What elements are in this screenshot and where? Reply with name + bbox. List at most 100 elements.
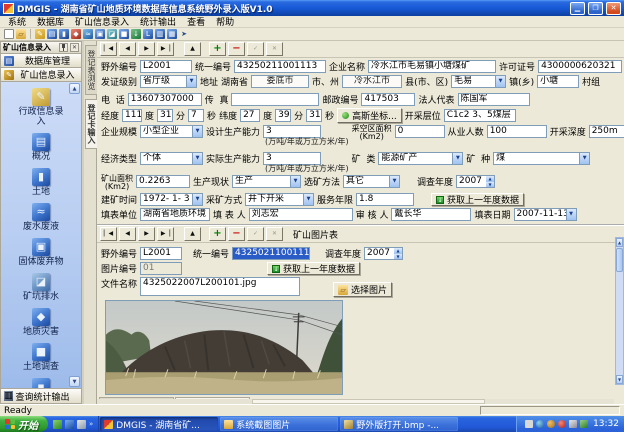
survey-icon[interactable]: ■ [119, 29, 129, 39]
drainage-icon[interactable]: ◪ [107, 29, 117, 39]
hazard-red-icon[interactable]: ◆ [71, 29, 81, 39]
sidebar-item-solid-waste[interactable]: ▣ 固体废弃物 [1, 238, 81, 267]
vertical-scrollbar[interactable]: ▲ ▼ [615, 237, 624, 385]
fetch-previous-year-button[interactable]: ↓获取上一年度数据 [431, 193, 524, 206]
refresh-record-icon[interactable]: ▲ [184, 227, 201, 241]
menu-help[interactable]: 帮助 [216, 15, 234, 28]
fzjb-combo[interactable]: 省厅级▼ [140, 75, 197, 88]
field-fill-person[interactable]: 刘志宏 [249, 208, 353, 221]
field-village[interactable]: 小塘 [537, 75, 579, 88]
tray-icon[interactable] [536, 420, 544, 428]
field-lon-min[interactable]: 31 [157, 109, 173, 122]
menu-database[interactable]: 数据库 [37, 15, 64, 28]
tray-icon[interactable] [547, 420, 555, 428]
admin-entry-icon[interactable]: ✎ [35, 29, 45, 39]
field-lon-sec[interactable]: 7 [188, 109, 204, 122]
field-pic-tybh[interactable]: 43250211001113 [232, 247, 310, 260]
prev-record-icon[interactable]: ◀ [119, 42, 136, 56]
status-combo[interactable]: 生产▼ [232, 175, 301, 188]
survey-year-spinner[interactable]: 2007▲▼ [456, 175, 495, 188]
field-lat-min[interactable]: 39 [275, 109, 291, 122]
minimize-button[interactable]: ▁ [570, 2, 585, 15]
field-qymc[interactable]: 冷水江市毛易镇小塘煤矿 [368, 60, 496, 73]
tray-icon[interactable] [569, 420, 577, 428]
menu-system[interactable]: 系统 [8, 15, 26, 28]
field-goaf[interactable]: 0 [395, 125, 445, 138]
sidebar-item-admin-entry[interactable]: ✎ 行政信息录入 [1, 88, 81, 127]
prev-record-icon[interactable]: ◀ [119, 227, 136, 241]
more-arrow-icon[interactable]: ➤ [179, 29, 189, 39]
mine-kind-combo[interactable]: 煤▼ [493, 152, 590, 165]
town-combo[interactable]: 毛易▼ [451, 75, 506, 88]
scroll-down-icon[interactable]: ▼ [69, 376, 80, 387]
tray-icon[interactable] [525, 420, 533, 428]
chevron-right-icon[interactable]: » [89, 420, 93, 428]
insert-record-icon[interactable]: + [209, 42, 226, 56]
field-ywbh[interactable]: L2001 [140, 60, 192, 73]
field-lat-sec[interactable]: 31 [306, 109, 322, 122]
restore-button[interactable]: ❐ [588, 2, 603, 15]
menu-view[interactable]: 查看 [187, 15, 205, 28]
field-layer[interactable]: C1c2 3、5煤层 [444, 109, 516, 122]
field-depth[interactable]: 250m [589, 125, 624, 138]
field-fax[interactable] [231, 93, 319, 106]
field-legal[interactable]: 陈国军 [458, 93, 530, 106]
sidebar-item-geohazard[interactable]: ◆ 地质灾害 [1, 308, 81, 337]
overview-icon[interactable]: ▤ [47, 29, 57, 39]
gauss-coords-button[interactable]: 高斯坐标... [337, 108, 402, 123]
sidebar-item-land[interactable]: ▮ 土地 [1, 168, 81, 197]
pic-survey-year-spinner[interactable]: 2007▲▼ [364, 247, 403, 260]
econ-combo[interactable]: 个体▼ [140, 152, 203, 165]
refresh-record-icon[interactable]: ▲ [184, 42, 201, 56]
taskbar-window-dmgis[interactable]: DMGIS - 湖南省矿... [100, 417, 218, 431]
solid-waste-icon[interactable]: ▣ [95, 29, 105, 39]
first-record-icon[interactable]: ▏◀ [100, 42, 117, 56]
land-icon[interactable]: ▮ [59, 29, 69, 39]
sidebar-item-overview[interactable]: ▤ 概况 [1, 133, 81, 162]
field-lat-deg[interactable]: 27 [240, 109, 260, 122]
build-time-picker[interactable]: 1972- 1- 3▼ [140, 193, 203, 206]
field-fill-unit[interactable]: 湖南省地质环境 [140, 208, 210, 221]
scale-combo[interactable]: 小型企业▼ [140, 125, 203, 138]
scrollbar-thumb[interactable] [616, 248, 623, 272]
delete-record-icon[interactable]: − [228, 42, 245, 56]
choose-picture-button[interactable]: ▱选择图片 [333, 282, 392, 297]
start-button[interactable]: 开始 [0, 416, 48, 432]
field-auditor[interactable]: 戴长华 [391, 208, 471, 221]
tray-icon[interactable] [558, 420, 566, 428]
download-icon[interactable]: ↓ [131, 29, 141, 39]
last-record-icon[interactable]: ▶▕ [157, 227, 174, 241]
cancel-record-icon[interactable]: ✕ [266, 227, 283, 241]
sidebar-group-database[interactable]: ▤ 数据库管理 [0, 54, 82, 68]
sidebar-group-mine-entry[interactable]: ✎ 矿山信息录入 [0, 68, 82, 82]
scroll-up-icon[interactable]: ▲ [69, 83, 80, 94]
new-file-icon[interactable] [4, 29, 14, 39]
field-pic-ywbh[interactable]: L2001 [140, 247, 182, 260]
menu-stats-output[interactable]: 统计输出 [140, 15, 176, 28]
field-xkzh[interactable]: 4300000620321 [538, 60, 622, 73]
beneficiation-combo[interactable]: 其它▼ [343, 175, 400, 188]
taskbar-window-bmp-image[interactable]: 野外版打开.bmp -... [340, 417, 458, 431]
field-area[interactable]: 0.2263 [136, 175, 190, 188]
field-tybh[interactable]: 43250211001113 [234, 60, 326, 73]
open-folder-icon[interactable]: ▱ [16, 29, 26, 39]
level-icon[interactable]: L [143, 29, 153, 39]
field-workers[interactable]: 100 [487, 125, 547, 138]
scroll-down-icon[interactable]: ▼ [616, 375, 623, 384]
next-record-icon[interactable]: ▶ [138, 227, 155, 241]
sidebar-group-query-stats[interactable]: ▥ 查询统计输出 [0, 389, 82, 404]
close-icon[interactable]: ✕ [70, 43, 79, 52]
mine-class-combo[interactable]: 能源矿产▼ [378, 152, 463, 165]
quick-launch-icon[interactable] [53, 420, 62, 429]
cancel-record-icon[interactable]: ✕ [266, 42, 283, 56]
close-button[interactable]: ✕ [606, 2, 621, 15]
scroll-up-icon[interactable]: ▲ [616, 238, 623, 247]
field-service-life[interactable]: 1.8 [356, 193, 414, 206]
stats-icon[interactable]: ▥ [155, 29, 165, 39]
field-postcode[interactable]: 417503 [361, 93, 415, 106]
field-tel[interactable]: 13607307000 [128, 93, 202, 106]
wastewater-icon[interactable]: ≈ [83, 29, 93, 39]
fetch-previous-year-button[interactable]: ↓获取上一年度数据 [267, 262, 360, 275]
last-record-icon[interactable]: ▶▕ [157, 42, 174, 56]
first-record-icon[interactable]: ▏◀ [100, 227, 117, 241]
